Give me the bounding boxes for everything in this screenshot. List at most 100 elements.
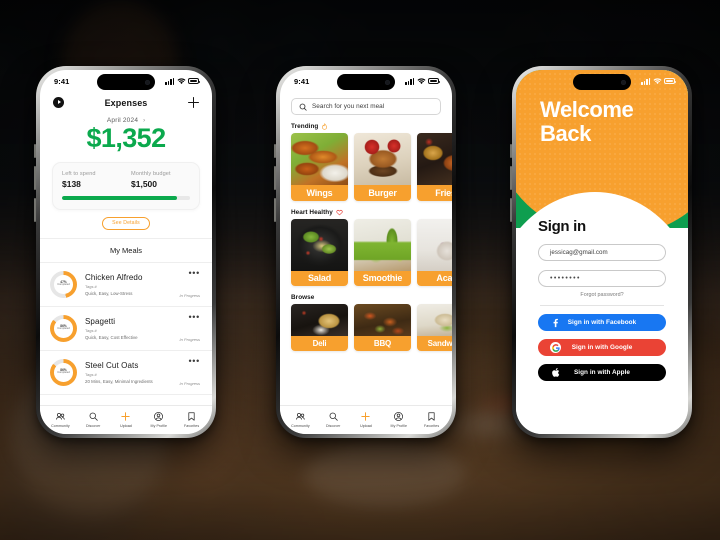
dynamic-island bbox=[337, 74, 395, 90]
meal-tags-label: Tags # bbox=[85, 372, 97, 378]
phone-mockup-signin: Welcome Back Sign in jessicag@gmail.com … bbox=[510, 66, 692, 438]
meal-tags-label: Tags # bbox=[85, 328, 97, 334]
phone-mockup-expenses: 9:41 Expenses April 2024 › $1,352 Left t… bbox=[34, 66, 216, 438]
signin-title: Sign in bbox=[538, 218, 586, 235]
community-icon bbox=[295, 411, 306, 422]
category-label: Burger bbox=[354, 185, 411, 201]
tab-community[interactable]: Community bbox=[44, 411, 77, 428]
meal-tags: Quick, Easy, Low-Stress bbox=[85, 291, 133, 297]
category-card[interactable]: Acai bbox=[417, 218, 452, 286]
tab-my-profile[interactable]: My Profile bbox=[142, 411, 175, 428]
password-field[interactable]: •••••••• bbox=[538, 270, 666, 287]
meal-row-right: ••• In Progress bbox=[180, 312, 200, 342]
battery-icon bbox=[188, 78, 201, 84]
more-options-icon[interactable]: ••• bbox=[188, 312, 200, 322]
section-title: Heart Healthy bbox=[291, 208, 333, 216]
divider bbox=[540, 305, 664, 306]
tab-upload[interactable]: Upload bbox=[350, 411, 383, 428]
tab-label: Upload bbox=[120, 424, 132, 428]
forgot-password-link[interactable]: Forgot password? bbox=[538, 292, 666, 298]
tab-favorites[interactable]: Favorites bbox=[415, 411, 448, 428]
phone2-screen: 9:41 Search for you next meal Trending Wi… bbox=[280, 70, 452, 434]
phone-mockup-discover: 9:41 Search for you next meal Trending Wi… bbox=[274, 66, 456, 438]
meal-list-item[interactable]: 86% Completed Spagetti Tags # Quick, Easy, C… bbox=[40, 307, 212, 351]
category-label: Deli bbox=[291, 336, 348, 351]
favorites-bookmark-icon bbox=[186, 411, 197, 422]
category-card[interactable]: BBQ bbox=[354, 304, 411, 351]
upload-plus-icon bbox=[120, 411, 131, 422]
signin-fb-button[interactable]: Sign in with Facebook bbox=[538, 314, 666, 331]
tab-label: My Profile bbox=[150, 424, 168, 428]
search-input[interactable]: Search for you next meal bbox=[291, 98, 441, 115]
category-label: Wings bbox=[291, 185, 348, 201]
category-label: Fries bbox=[417, 185, 452, 201]
phone1-status-bar: 9:41 bbox=[40, 70, 212, 92]
phone3-status-bar bbox=[516, 70, 688, 92]
category-card[interactable]: Fries bbox=[417, 133, 452, 201]
community-icon bbox=[55, 411, 66, 422]
category-card[interactable]: Smoothie bbox=[354, 218, 411, 286]
completion-label: Completed bbox=[57, 327, 70, 331]
category-thumbnail bbox=[291, 218, 348, 271]
category-card[interactable]: Deli bbox=[291, 304, 348, 351]
welcome-title-line2: Back bbox=[540, 120, 591, 146]
completion-label: Completed bbox=[57, 371, 70, 375]
tab-favorites[interactable]: Favorites bbox=[175, 411, 208, 428]
meal-row-right: ••• In Progress bbox=[180, 356, 200, 386]
category-card-row[interactable]: Salad Smoothie Acai bbox=[291, 218, 452, 286]
completion-ring: 47% Completed bbox=[50, 270, 77, 298]
tab-label: Community bbox=[51, 424, 70, 428]
meal-row-right: ••• In Progress bbox=[180, 268, 200, 298]
meal-list-item[interactable]: 47% Completed Chicken Alfredo Tags # Quick, … bbox=[40, 263, 212, 307]
signin-button-label: Sign in with Facebook bbox=[567, 319, 637, 326]
category-card[interactable]: Salad bbox=[291, 218, 348, 286]
cellular-signal-icon bbox=[405, 77, 414, 85]
dynamic-island bbox=[573, 74, 631, 90]
category-card-row[interactable]: Wings Burger Fries bbox=[291, 133, 452, 201]
see-details-button[interactable]: See Details bbox=[102, 217, 150, 230]
signin-ap-button[interactable]: Sign in with Apple bbox=[538, 364, 666, 381]
tab-label: My Profile bbox=[390, 424, 408, 428]
tab-community[interactable]: Community bbox=[284, 411, 317, 428]
more-options-icon[interactable]: ••• bbox=[188, 268, 200, 278]
expense-amount: $1,352 bbox=[86, 123, 167, 153]
tab-discover[interactable]: Discover bbox=[317, 411, 350, 428]
section-header: Trending bbox=[291, 123, 452, 130]
category-label: Smoothie bbox=[354, 270, 411, 286]
plus-icon[interactable] bbox=[187, 97, 199, 108]
tab-my-profile[interactable]: My Profile bbox=[382, 411, 415, 428]
wifi-icon bbox=[177, 77, 185, 84]
facebook-icon bbox=[550, 317, 561, 328]
section-header: Browse bbox=[291, 294, 452, 301]
meal-list-item[interactable]: 86% Completed Steel Cut Oats Tags #20 Mins,… bbox=[40, 351, 212, 395]
tab-label: Discover bbox=[326, 424, 341, 428]
category-label: Salad bbox=[291, 270, 348, 286]
phone3-screen: Welcome Back Sign in jessicag@gmail.com … bbox=[516, 70, 688, 434]
category-card-row[interactable]: Deli BBQ Sandwich bbox=[291, 304, 452, 351]
tab-upload[interactable]: Upload bbox=[110, 411, 143, 428]
tab-label: Favorites bbox=[183, 424, 200, 428]
category-thumbnail bbox=[417, 133, 452, 185]
meal-info: Chicken Alfredo Tags # Quick, Easy, Low-St… bbox=[85, 273, 172, 297]
category-card[interactable]: Wings bbox=[291, 133, 348, 201]
section-title: Trending bbox=[291, 123, 319, 130]
battery-icon bbox=[428, 78, 441, 84]
signin-gg-button[interactable]: Sign in with Google bbox=[538, 339, 666, 356]
category-thumbnail bbox=[417, 304, 452, 336]
discover-section: Heart Healthy Salad Smoothie Acai bbox=[291, 209, 452, 286]
category-card[interactable]: Burger bbox=[354, 133, 411, 201]
cellular-signal-icon bbox=[165, 77, 174, 85]
email-field[interactable]: jessicag@gmail.com bbox=[538, 244, 666, 261]
tab-discover[interactable]: Discover bbox=[77, 411, 110, 428]
category-label: Acai bbox=[417, 270, 452, 286]
category-card[interactable]: Sandwich bbox=[417, 304, 452, 351]
more-options-icon[interactable]: ••• bbox=[188, 356, 200, 366]
flame-icon bbox=[321, 123, 328, 130]
phone1-header: Expenses bbox=[40, 92, 212, 110]
tab-label: Community bbox=[291, 424, 310, 428]
section-header: Heart Healthy bbox=[291, 209, 452, 216]
category-thumbnail bbox=[354, 218, 411, 271]
phone1-tab-bar: Community Discover Upload My Profile Favorit… bbox=[40, 405, 212, 434]
back-arrow-icon[interactable] bbox=[53, 97, 64, 108]
meal-tags-label: Tags # bbox=[85, 284, 97, 290]
